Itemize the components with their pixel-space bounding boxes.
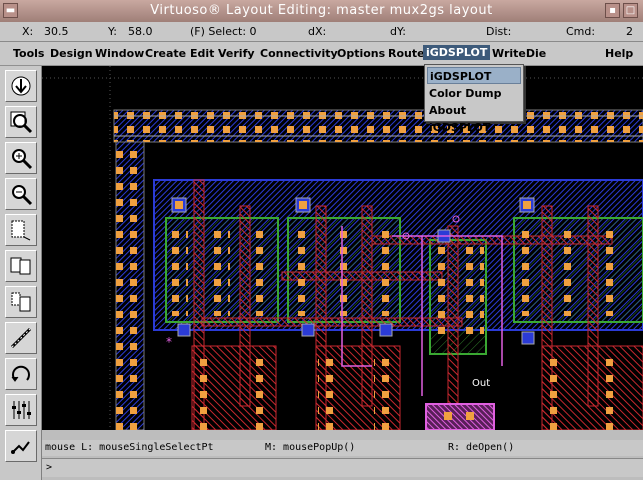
origin-marker: * bbox=[166, 335, 172, 349]
dx-label: dX: bbox=[308, 25, 327, 38]
dist-label: Dist: bbox=[486, 25, 512, 38]
stretch-icon[interactable] bbox=[5, 214, 37, 246]
zoom-fit-icon[interactable] bbox=[5, 106, 37, 138]
command-counter: 2 bbox=[626, 25, 633, 38]
y-label: Y: bbox=[108, 25, 117, 38]
dropdown-item-color-dump[interactable]: Color Dump bbox=[427, 85, 521, 102]
mouse-binding-bar: mouse L: mouseSingleSelectPt M: mousePop… bbox=[42, 440, 643, 456]
zoom-out-icon[interactable] bbox=[5, 178, 37, 210]
title-bar: ▬ Virtuoso® Layout Editing: master mux2g… bbox=[0, 0, 643, 22]
mouse-right-binding: R: deOpen() bbox=[448, 442, 515, 453]
layout-canvas[interactable]: * Out bbox=[42, 66, 643, 430]
dropdown-item-igdsplot[interactable]: iGDSPLOT bbox=[427, 67, 521, 84]
menu-route[interactable]: Route bbox=[388, 47, 425, 60]
igdsplot-dropdown: iGDSPLOT Color Dump About iGDSPLOT bbox=[424, 64, 524, 134]
mouse-middle-binding: M: mousePopUp() bbox=[265, 442, 356, 453]
path-icon[interactable] bbox=[5, 430, 37, 462]
menu-bar: Tools Design Window Create Edit Verify C… bbox=[0, 42, 643, 66]
descend-icon[interactable] bbox=[5, 70, 37, 102]
menu-create[interactable]: Create bbox=[145, 47, 186, 60]
menu-design[interactable]: Design bbox=[50, 47, 93, 60]
coordinate-status-bar: X: 30.5 Y: 58.0 (F) Select: 0 dX: dY: Di… bbox=[0, 22, 643, 42]
out-pin-label: Out bbox=[472, 378, 490, 389]
ruler-icon[interactable] bbox=[5, 322, 37, 354]
minimize-icon[interactable]: ▪ bbox=[605, 3, 620, 18]
move-icon[interactable] bbox=[5, 286, 37, 318]
menu-help[interactable]: Help bbox=[605, 47, 633, 60]
undo-icon[interactable] bbox=[5, 358, 37, 390]
dy-label: dY: bbox=[390, 25, 406, 38]
x-value: 30.5 bbox=[44, 25, 69, 38]
command-prompt: > bbox=[46, 462, 53, 473]
select-count: (F) Select: 0 bbox=[190, 25, 257, 38]
window-title: Virtuoso® Layout Editing: master mux2gs … bbox=[150, 3, 493, 18]
y-value: 58.0 bbox=[128, 25, 153, 38]
left-toolbar bbox=[0, 66, 42, 480]
menu-igdsplot[interactable]: iGDSPLOT bbox=[423, 45, 491, 60]
layout-drawing: * Out bbox=[42, 66, 643, 430]
cmd-label: Cmd: bbox=[566, 25, 596, 38]
menu-connectivity[interactable]: Connectivity bbox=[260, 47, 338, 60]
mouse-left-binding: mouse L: mouseSingleSelectPt bbox=[45, 442, 214, 453]
command-line[interactable]: > bbox=[42, 458, 643, 477]
property-icon[interactable] bbox=[5, 394, 37, 426]
menu-window[interactable]: Window bbox=[95, 47, 144, 60]
dropdown-item-about-igdsplot[interactable]: About iGDSPLOT bbox=[427, 102, 521, 134]
x-label: X: bbox=[22, 25, 34, 38]
menu-edit[interactable]: Edit bbox=[190, 47, 214, 60]
zoom-in-icon[interactable] bbox=[5, 142, 37, 174]
copy-icon[interactable] bbox=[5, 250, 37, 282]
menu-writedie[interactable]: WriteDie bbox=[492, 47, 546, 60]
menu-options[interactable]: Options bbox=[337, 47, 385, 60]
menu-tools[interactable]: Tools bbox=[13, 47, 44, 60]
menu-verify[interactable]: Verify bbox=[218, 47, 255, 60]
maximize-icon[interactable]: □ bbox=[623, 3, 638, 18]
